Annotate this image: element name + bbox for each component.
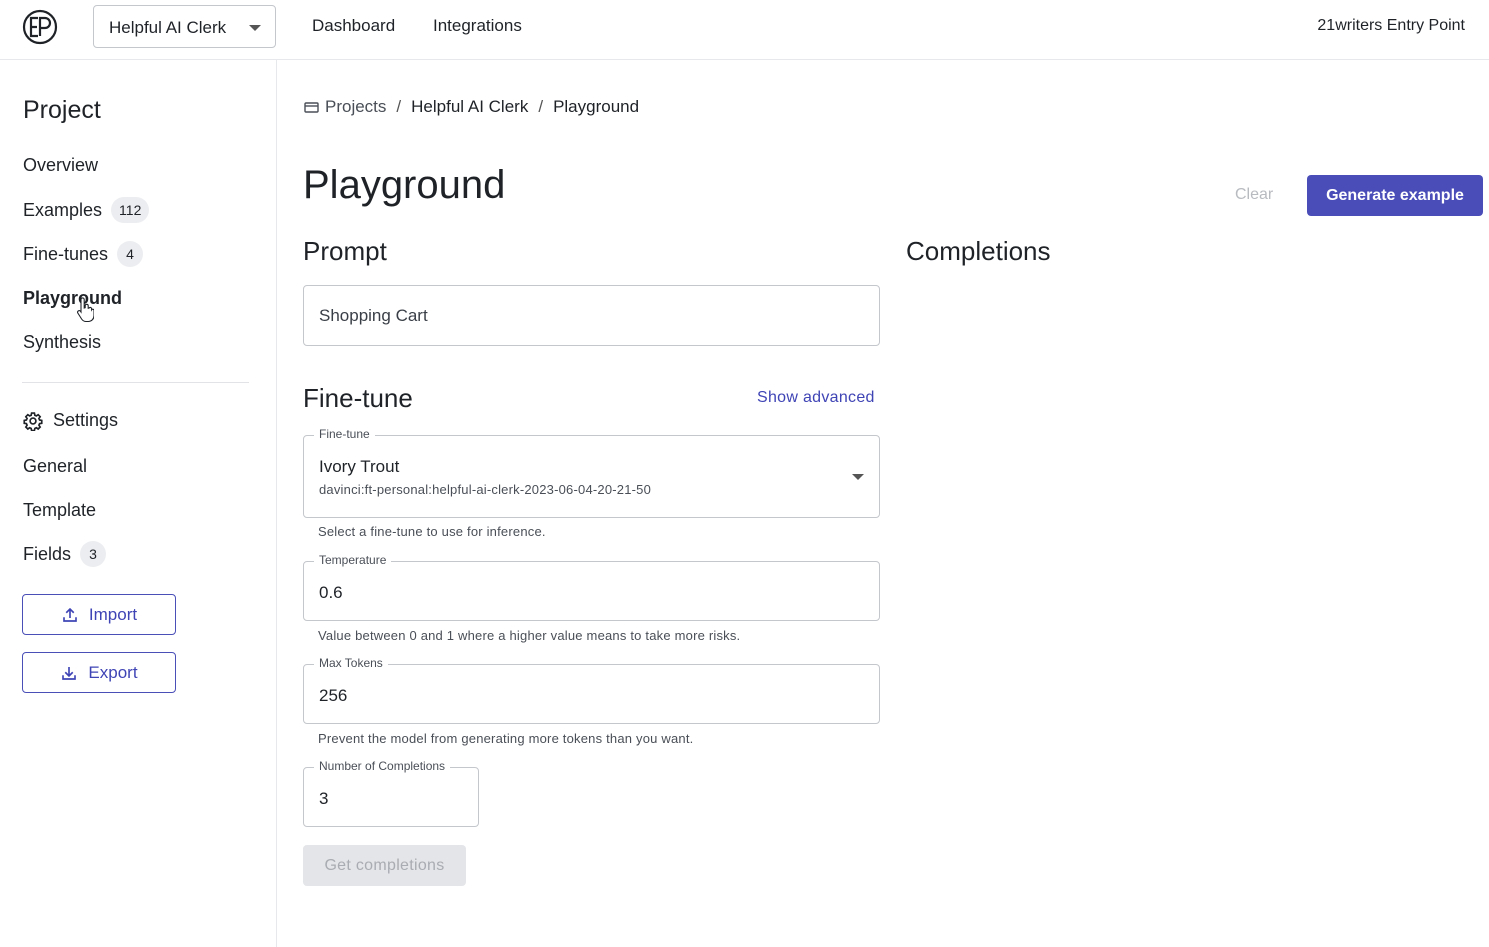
user-account-menu[interactable]: 21writers Entry Point [1317,17,1465,35]
sidebar-item-synthesis[interactable]: Synthesis [23,328,101,356]
generate-example-button[interactable]: Generate example [1307,175,1483,216]
sidebar-item-template[interactable]: Template [23,496,96,524]
breadcrumb: Projects / Helpful AI Clerk / Playground [304,97,639,117]
upload-icon [63,607,77,622]
completions-heading: Completions [906,236,1051,266]
max-tokens-input[interactable]: Max Tokens 256 [303,656,880,724]
clear-button[interactable]: Clear [1235,186,1273,204]
num-completions-label: Number of Completions [314,759,451,773]
breadcrumb-separator: / [396,97,402,116]
export-button[interactable]: Export [22,652,176,693]
finetune-heading: Fine-tune [303,383,413,413]
nav-integrations[interactable]: Integrations [433,16,522,36]
breadcrumb-separator: / [538,97,544,116]
sidebar-item-label: Template [23,499,97,520]
export-button-label: Export [88,662,138,682]
sidebar-item-label: Synthesis [23,331,102,352]
sidebar-item-label: Fields [23,543,72,564]
sidebar-item-fine-tunes[interactable]: Fine-tunes 4 [23,240,144,268]
settings-heading-label: Settings [53,410,119,430]
num-completions-value: 3 [319,789,329,808]
settings-heading: Settings [23,410,118,431]
gear-icon [23,411,43,431]
sidebar-item-overview[interactable]: Overview [23,151,98,179]
sidebar-item-fields[interactable]: Fields 3 [23,540,107,568]
sidebar-item-label: Overview [23,154,99,175]
count-badge: 4 [117,241,144,267]
sidebar-item-label: Playground [23,287,123,308]
get-completions-button[interactable]: Get completions [303,845,466,886]
sidebar-item-general[interactable]: General [23,452,87,480]
max-tokens-label: Max Tokens [314,656,388,670]
count-badge: 3 [80,541,107,567]
top-header: Helpful AI Clerk Dashboard Integrations … [0,0,1489,60]
breadcrumb-current: Playground [553,97,640,116]
finetune-select-label: Fine-tune [314,427,375,441]
nav-dashboard[interactable]: Dashboard [312,16,395,36]
project-selector-label: Helpful AI Clerk [109,18,227,37]
max-tokens-value: 256 [319,686,348,705]
hand-cursor-icon [77,297,94,323]
finetune-select-id: davinci:ft-personal:helpful-ai-clerk-202… [319,482,652,497]
finetune-select[interactable]: Fine-tune Ivory Trout davinci:ft-persona… [303,427,880,518]
temperature-label: Temperature [314,553,392,567]
sidebar-divider [22,382,249,383]
app-logo-icon[interactable] [22,9,58,45]
sidebar-title: Project [23,96,101,124]
finetune-select-name: Ivory Trout [319,457,400,476]
project-selector[interactable]: Helpful AI Clerk [93,5,276,48]
temperature-input[interactable]: Temperature 0.6 [303,553,880,621]
prompt-input-value: Shopping Cart [319,306,428,325]
prompt-heading: Prompt [303,236,387,266]
finetune-helper-text: Select a fine-tune to use for inference. [318,524,546,539]
import-button-label: Import [88,604,138,624]
folder-icon [304,101,319,113]
breadcrumb-project[interactable]: Helpful AI Clerk [411,97,528,117]
chevron-down-icon [249,25,261,31]
max-tokens-helper-text: Prevent the model from generating more t… [318,731,694,746]
sidebar-item-label: Examples [23,199,103,220]
breadcrumb-projects[interactable]: Projects [325,97,386,117]
sidebar-item-label: General [23,455,88,476]
prompt-input[interactable]: Shopping Cart [303,285,880,346]
sidebar-item-label: Fine-tunes [23,243,109,264]
temperature-helper-text: Value between 0 and 1 where a higher val… [318,628,741,643]
chevron-down-icon [852,474,864,480]
sidebar-item-playground[interactable]: Playground [23,284,122,312]
download-icon [62,666,77,680]
temperature-value: 0.6 [319,583,343,602]
sidebar-item-examples[interactable]: Examples 112 [23,196,150,224]
sidebar: Project Overview Examples 112 Fine-tunes… [0,60,277,947]
page-title: Playground [303,163,506,207]
import-button[interactable]: Import [22,594,176,635]
show-advanced-link[interactable]: Show advanced [757,389,875,407]
count-badge: 112 [111,197,150,223]
num-completions-input[interactable]: Number of Completions 3 [303,759,479,827]
